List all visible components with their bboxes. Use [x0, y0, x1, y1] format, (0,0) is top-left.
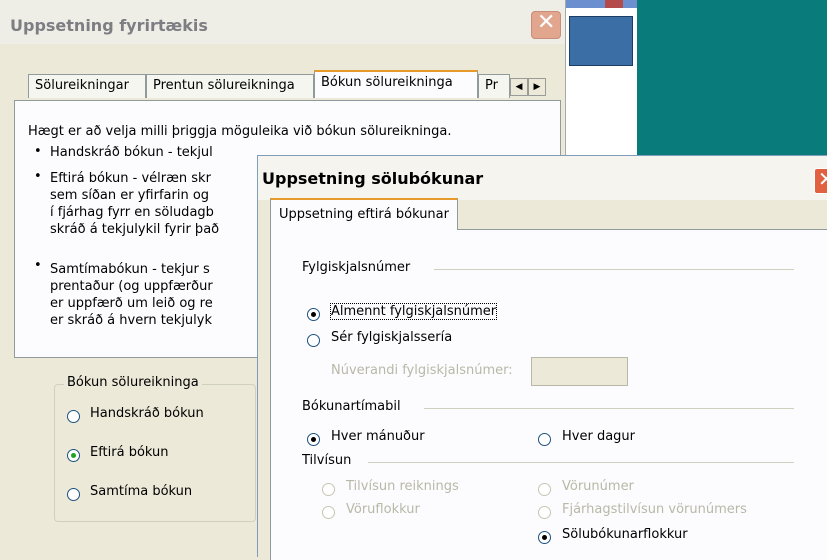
- radio-manual-booking[interactable]: [67, 410, 80, 423]
- bullet-manual-text: Handskráð bókun - tekjul: [50, 145, 213, 160]
- arrow-right-icon: ▶: [533, 82, 541, 92]
- current-voucher-field[interactable]: [531, 357, 628, 386]
- booking-intro-text: Hægt er að velja milli þriggja möguleika…: [28, 124, 452, 139]
- radio-invoice-reference[interactable]: [322, 483, 335, 496]
- sales-booking-titlebar[interactable]: Uppsetning sölubókunar ✕: [258, 156, 827, 200]
- bullet-later-line: í fjárhag fyrr en söludagb: [50, 205, 214, 220]
- radio-separate-series[interactable]: [307, 334, 320, 347]
- sales-booking-title: Uppsetning sölubókunar: [262, 169, 484, 188]
- divider: [424, 408, 794, 409]
- bullet-icon: •: [34, 144, 42, 159]
- company-settings-title: Uppsetning fyrirtækis: [10, 16, 208, 35]
- radio-each-day[interactable]: [538, 433, 551, 446]
- radio-later-booking-label[interactable]: Eftirá bókun: [90, 445, 169, 460]
- background-window-tile[interactable]: [569, 16, 633, 66]
- radio-each-day-label[interactable]: Hver dagur: [562, 429, 635, 444]
- bullet-realtime-line: Samtímabókun - tekjur s: [50, 262, 210, 277]
- bullet-later-line: Eftirá bókun - vélræn skr: [50, 171, 211, 186]
- tab-invoice-booking[interactable]: Bókun sölureikninga: [314, 70, 478, 98]
- radio-later-booking[interactable]: [67, 449, 80, 462]
- current-voucher-label: Núverandi fylgiskjalsnúmer:: [331, 363, 513, 378]
- booking-method-group-label: Bókun sölureikninga: [64, 375, 202, 390]
- period-section-label: Bókunartímabil: [302, 399, 401, 414]
- bullet-realtime-line: er uppfærð um leið og re: [50, 296, 213, 311]
- divider: [368, 462, 794, 463]
- background-window-strip-red: [605, 0, 623, 8]
- radio-manual-booking-label[interactable]: Handskráð bókun: [90, 406, 204, 421]
- radio-gl-product-reference-label[interactable]: Fjárhagstilvísun vörunúmers: [562, 502, 747, 517]
- radio-general-voucher-label[interactable]: Almennt fylgiskjalsnúmer: [329, 303, 498, 320]
- close-button[interactable]: ✕: [814, 167, 827, 194]
- bullet-icon: •: [34, 169, 42, 184]
- background-window-strip: [565, 0, 637, 8]
- radio-general-voucher[interactable]: [307, 308, 320, 321]
- close-icon: ✕: [537, 10, 556, 35]
- radio-realtime-booking[interactable]: [67, 488, 80, 501]
- bullet-later-line: sem síðan er yfirfarin og: [50, 188, 210, 203]
- tab-scroll-right-button[interactable]: ▶: [528, 78, 546, 96]
- radio-product-number-label[interactable]: Vörunúmer: [562, 479, 634, 494]
- voucher-section-label: Fylgiskjalsnúmer: [302, 260, 411, 275]
- radio-product-category-label[interactable]: Vöruflokkur: [346, 502, 420, 517]
- bullet-realtime-line: er skráð á hvern tekjulyk: [50, 313, 212, 328]
- tab-scroll-left-button[interactable]: ◀: [510, 78, 528, 96]
- close-icon: ✕: [818, 167, 827, 191]
- radio-separate-series-label[interactable]: Sér fylgiskjalssería: [331, 330, 452, 345]
- sales-booking-dialog: Uppsetning sölubókunar ✕ Uppsetning efti…: [257, 155, 827, 560]
- radio-invoice-reference-label[interactable]: Tilvísun reiknings: [346, 479, 459, 494]
- tab-overflow[interactable]: Pr: [478, 74, 510, 98]
- bullet-icon: •: [34, 258, 42, 273]
- bullet-later-line: skráð á tekjulykil fyrir það: [50, 222, 220, 237]
- close-button[interactable]: ✕: [531, 10, 561, 39]
- tab-print-invoices[interactable]: Prentun sölureikninga: [146, 74, 314, 98]
- bullet-realtime-line: prentaður (og uppfærður: [50, 279, 213, 294]
- radio-product-category[interactable]: [322, 506, 335, 519]
- reference-section-label: Tilvísun: [302, 453, 352, 468]
- divider: [434, 269, 794, 270]
- radio-each-month[interactable]: [307, 433, 320, 446]
- radio-each-month-label[interactable]: Hver mánuður: [331, 429, 425, 444]
- tab-later-booking-setup[interactable]: Uppsetning eftirá bókunar: [270, 198, 458, 230]
- radio-sales-booking-category[interactable]: [538, 531, 551, 544]
- tab-sales-invoices[interactable]: Sölureikningar: [28, 74, 146, 98]
- radio-gl-product-reference[interactable]: [538, 506, 551, 519]
- radio-product-number[interactable]: [538, 483, 551, 496]
- radio-realtime-booking-label[interactable]: Samtíma bókun: [90, 484, 192, 499]
- radio-sales-booking-category-label[interactable]: Sölubókunarflokkur: [562, 527, 688, 542]
- company-settings-titlebar[interactable]: Uppsetning fyrirtækis ✕: [0, 0, 565, 44]
- arrow-left-icon: ◀: [515, 82, 523, 92]
